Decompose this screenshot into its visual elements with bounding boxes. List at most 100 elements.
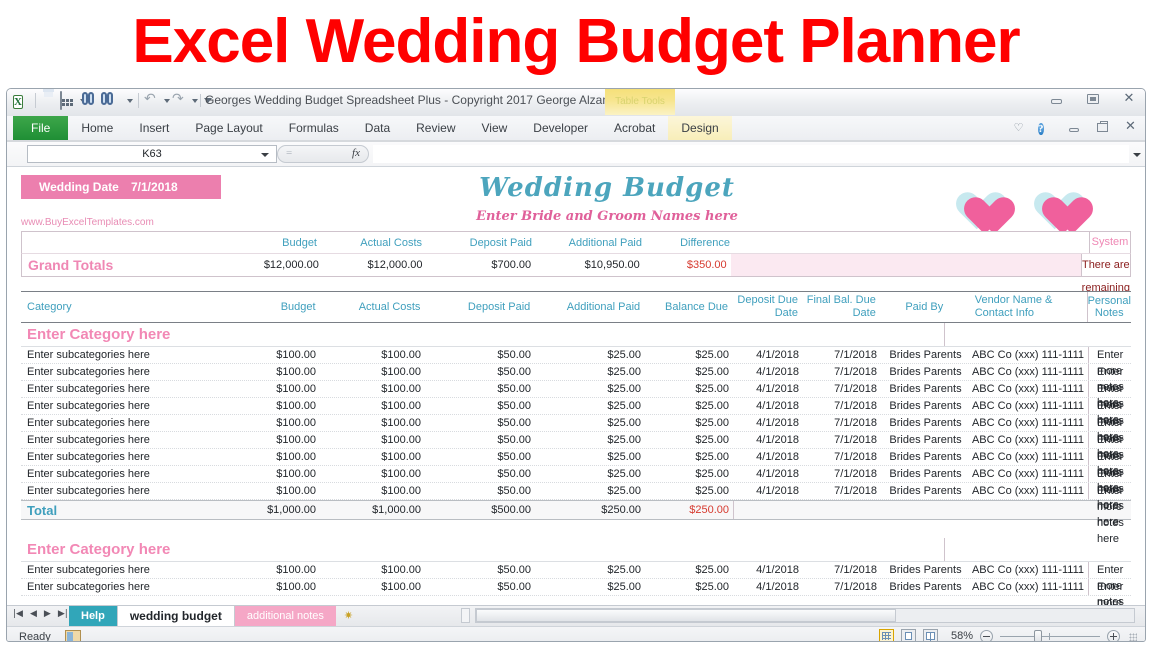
ribbon-right-controls[interactable]: ♡ ? ✕ [1010,119,1139,136]
cell-final-due-date[interactable]: 7/1/2018 [805,564,883,576]
first-sheet-icon[interactable]: |◀ [13,609,23,619]
sheet-tab-help[interactable]: Help [69,606,117,626]
cell-paid-by[interactable]: Brides Parents [883,434,968,446]
cell-deposit[interactable]: $50.00 [431,451,541,463]
cell-budget[interactable]: $100.00 [221,366,326,378]
cell-deposit[interactable]: $50.00 [431,468,541,480]
cell-paid-by[interactable]: Brides Parents [883,400,968,412]
cell-budget[interactable]: $100.00 [221,485,326,497]
cell-budget[interactable]: $100.00 [221,468,326,480]
cell-budget[interactable]: $100.00 [221,564,326,576]
cell-final-due-date[interactable]: 7/1/2018 [805,451,883,463]
zoom-out-button[interactable] [980,629,993,641]
table-row[interactable]: Enter subcategories here $100.00 $100.00 $5… [21,364,1131,426]
restore-workbook-icon[interactable] [1094,119,1111,136]
prev-sheet-icon[interactable]: ◀ [30,609,37,619]
cell-budget[interactable]: $100.00 [221,451,326,463]
cell-vendor[interactable]: ABC Co (xxx) 111-1111 [968,485,1088,497]
cell-actual[interactable]: $100.00 [326,383,431,395]
cell-additional[interactable]: $25.00 [541,485,651,497]
cell-additional[interactable]: $25.00 [541,400,651,412]
cell-deposit-due-date[interactable]: 4/1/2018 [733,581,805,593]
cell-balance-due[interactable]: $25.00 [651,485,733,497]
page-break-view-button[interactable] [923,629,938,641]
undo-dropdown-icon[interactable] [164,98,170,103]
cell-balance-due[interactable]: $25.00 [651,366,733,378]
cell-subcategory[interactable]: Enter subcategories here [21,434,221,446]
cell-deposit[interactable]: $50.00 [431,581,541,593]
cell-final-due-date[interactable]: 7/1/2018 [805,349,883,361]
tab-review[interactable]: Review [403,116,468,140]
collapse-ribbon-icon[interactable]: ♡ [1010,119,1027,136]
category-notes-cell[interactable] [944,538,1131,561]
grand-totals-blank-cell[interactable] [730,254,1081,276]
next-sheet-icon[interactable]: ▶ [44,609,51,619]
cell-deposit[interactable]: $50.00 [431,417,541,429]
redo-dropdown-icon[interactable] [192,98,198,103]
cell-balance-due[interactable]: $25.00 [651,468,733,480]
zoom-in-button[interactable] [1107,629,1120,641]
name-box[interactable]: K63 [27,145,277,163]
tab-acrobat[interactable]: Acrobat [601,116,668,140]
cell-additional[interactable]: $25.00 [541,349,651,361]
cell-budget[interactable]: $100.00 [221,581,326,593]
table-row[interactable]: Enter subcategories here $100.00 $100.00 $5… [21,347,1131,409]
window-controls[interactable]: ✕ [1047,91,1139,107]
table-row[interactable]: Enter subcategories here $100.00 $100.00 $5… [21,381,1131,443]
help-icon[interactable]: ? [1038,119,1055,136]
horizontal-scrollbar[interactable] [475,608,1135,623]
category-notes-cell[interactable] [944,323,1131,346]
cell-actual[interactable]: $100.00 [326,366,431,378]
cell-vendor[interactable]: ABC Co (xxx) 111-1111 [968,581,1088,593]
zoom-slider-knob[interactable] [1034,629,1042,641]
tab-page-layout[interactable]: Page Layout [182,116,275,140]
cell-subcategory[interactable]: Enter subcategories here [21,468,221,480]
cell-vendor[interactable]: ABC Co (xxx) 111-1111 [968,417,1088,429]
table-row[interactable]: Enter subcategories here $100.00 $100.00 $5… [21,483,1131,545]
tab-file[interactable]: File [13,116,69,140]
category-row[interactable]: Enter Category here [21,538,1131,562]
cell-final-due-date[interactable]: 7/1/2018 [805,366,883,378]
cell-deposit-due-date[interactable]: 4/1/2018 [733,564,805,576]
cell-paid-by[interactable]: Brides Parents [883,366,968,378]
cell-paid-by[interactable]: Brides Parents [883,564,968,576]
cell-additional[interactable]: $25.00 [541,468,651,480]
cell-deposit-due-date[interactable]: 4/1/2018 [733,349,805,361]
sheet-nav-buttons[interactable]: |◀ ◀ ▶ ▶| [13,609,68,619]
sheet-tab-additional-notes[interactable]: additional notes [234,606,336,626]
cell-paid-by[interactable]: Brides Parents [883,349,968,361]
close-workbook-icon[interactable]: ✕ [1122,119,1139,136]
cell-deposit[interactable]: $50.00 [431,366,541,378]
cell-vendor[interactable]: ABC Co (xxx) 111-1111 [968,400,1088,412]
cell-budget[interactable]: $100.00 [221,434,326,446]
name-box-dropdown-icon[interactable] [255,145,275,163]
table-row[interactable]: Enter subcategories here $100.00 $100.00 $5… [21,415,1131,477]
new-sheet-icon[interactable]: ✷ [336,606,361,626]
cell-actual[interactable]: $100.00 [326,468,431,480]
expand-formula-bar-icon[interactable] [1130,145,1143,163]
horizontal-scrollbar-thumb[interactable] [476,609,896,622]
cell-final-due-date[interactable]: 7/1/2018 [805,383,883,395]
cell-notes[interactable]: Enter more notes here [1088,381,1131,443]
cell-subcategory[interactable]: Enter subcategories here [21,451,221,463]
worksheet-subtitle[interactable]: Enter Bride and Groom Names here [387,209,827,224]
cell-deposit[interactable]: $50.00 [431,349,541,361]
tab-data[interactable]: Data [352,116,403,140]
minimize-workbook-icon[interactable] [1066,119,1083,136]
chevron-down-icon-2[interactable] [127,98,133,103]
cell-final-due-date[interactable]: 7/1/2018 [805,485,883,497]
cell-paid-by[interactable]: Brides Parents [883,417,968,429]
save-icon[interactable] [41,92,58,109]
cell-actual[interactable]: $100.00 [326,417,431,429]
cell-subcategory[interactable]: Enter subcategories here [21,417,221,429]
cell-notes[interactable]: Enter more notes here [1088,415,1131,477]
cell-actual[interactable]: $100.00 [326,485,431,497]
cell-additional[interactable]: $25.00 [541,451,651,463]
table-row[interactable]: Enter subcategories here $100.00 $100.00 $5… [21,466,1131,528]
cell-deposit-due-date[interactable]: 4/1/2018 [733,434,805,446]
cell-vendor[interactable]: ABC Co (xxx) 111-1111 [968,434,1088,446]
category-label[interactable]: Enter Category here [21,541,944,558]
table-row[interactable]: Enter subcategories here $100.00 $100.00 $5… [21,579,1131,605]
cell-budget[interactable]: $100.00 [221,417,326,429]
formula-buttons[interactable]: = fx [277,145,369,163]
